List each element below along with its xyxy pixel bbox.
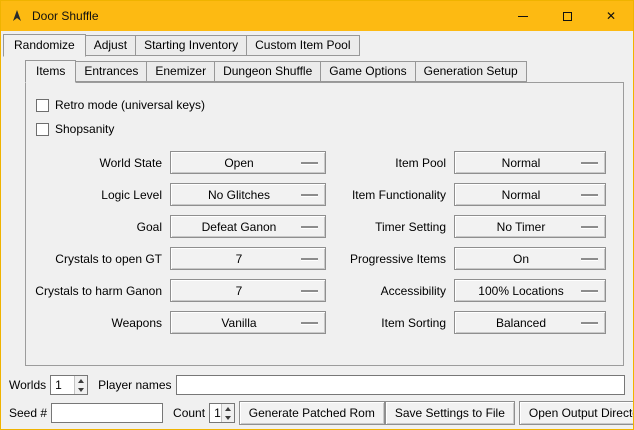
- tab-starting-inventory[interactable]: Starting Inventory: [135, 35, 247, 56]
- item-functionality-dropdown[interactable]: Normal: [454, 183, 606, 206]
- item-pool-label: Item Pool: [334, 156, 446, 170]
- crystals-gt-label: Crystals to open GT: [32, 252, 162, 266]
- dropdown-indicator-icon: [301, 162, 318, 164]
- logic-level-label: Logic Level: [32, 188, 162, 202]
- count-label: Count: [173, 406, 205, 420]
- goal-dropdown[interactable]: Defeat Ganon: [170, 215, 326, 238]
- arrow-down-icon: [225, 416, 231, 420]
- dropdown-indicator-icon: [301, 290, 318, 292]
- main-tab-bar: Randomize Adjust Starting Inventory Cust…: [3, 34, 633, 56]
- seed-row: Seed # Count 1 Generate Patched Rom Save…: [9, 401, 625, 425]
- item-sorting-dropdown[interactable]: Balanced: [454, 311, 606, 334]
- seed-label: Seed #: [9, 406, 47, 420]
- tab-dungeon-shuffle[interactable]: Dungeon Shuffle: [214, 61, 321, 82]
- worlds-label: Worlds: [9, 378, 46, 392]
- logic-level-dropdown[interactable]: No Glitches: [170, 183, 326, 206]
- world-state-label: World State: [32, 156, 162, 170]
- accessibility-label: Accessibility: [334, 284, 446, 298]
- window-title: Door Shuffle: [32, 9, 99, 23]
- item-functionality-label: Item Functionality: [334, 188, 446, 202]
- worlds-spinner[interactable]: 1: [50, 375, 88, 395]
- randomize-panel: Items Entrances Enemizer Dungeon Shuffle…: [25, 60, 624, 366]
- tab-generation-setup[interactable]: Generation Setup: [415, 61, 527, 82]
- dropdown-indicator-icon: [301, 322, 318, 324]
- maximize-icon: [563, 12, 572, 21]
- tab-custom-item-pool[interactable]: Custom Item Pool: [246, 35, 359, 56]
- maximize-button[interactable]: [545, 1, 589, 31]
- spin-down-button[interactable]: [222, 413, 234, 422]
- arrow-up-icon: [78, 379, 84, 383]
- checkbox-unchecked-icon[interactable]: [36, 99, 49, 112]
- close-icon: ✕: [606, 10, 616, 22]
- accessibility-dropdown[interactable]: 100% Locations: [454, 279, 606, 302]
- world-state-dropdown[interactable]: Open: [170, 151, 326, 174]
- player-names-label: Player names: [98, 378, 171, 392]
- arrow-down-icon: [78, 388, 84, 392]
- weapons-label: Weapons: [32, 316, 162, 330]
- close-button[interactable]: ✕: [589, 1, 633, 31]
- progressive-items-dropdown[interactable]: On: [454, 247, 606, 270]
- generate-patched-rom-button[interactable]: Generate Patched Rom: [239, 401, 385, 425]
- save-settings-button[interactable]: Save Settings to File: [385, 401, 515, 425]
- settings-tab-bar: Items Entrances Enemizer Dungeon Shuffle…: [25, 60, 624, 82]
- open-output-directory-button[interactable]: Open Output Directory: [519, 401, 634, 425]
- weapons-dropdown[interactable]: Vanilla: [170, 311, 326, 334]
- timer-setting-dropdown[interactable]: No Timer: [454, 215, 606, 238]
- player-names-input[interactable]: [176, 375, 626, 395]
- item-pool-dropdown[interactable]: Normal: [454, 151, 606, 174]
- dropdown-indicator-icon: [301, 226, 318, 228]
- spin-up-button[interactable]: [222, 404, 234, 413]
- dropdown-indicator-icon: [581, 162, 598, 164]
- tab-enemizer[interactable]: Enemizer: [146, 61, 215, 82]
- spin-down-button[interactable]: [75, 385, 87, 394]
- window-controls: ✕: [501, 1, 633, 31]
- shopsanity-checkbox[interactable]: Shopsanity: [36, 117, 623, 141]
- app-window: Door Shuffle ✕ Randomize Adjust Starting…: [0, 0, 634, 430]
- crystals-gt-dropdown[interactable]: 7: [170, 247, 326, 270]
- retro-mode-checkbox[interactable]: Retro mode (universal keys): [36, 93, 623, 117]
- app-icon: [9, 8, 25, 24]
- items-pane: Retro mode (universal keys) Shopsanity W…: [25, 82, 624, 366]
- dropdown-indicator-icon: [581, 290, 598, 292]
- tab-adjust[interactable]: Adjust: [85, 35, 136, 56]
- count-spinner[interactable]: 1: [209, 403, 235, 423]
- dropdown-indicator-icon: [581, 322, 598, 324]
- generation-controls: Worlds 1 Player names Seed # Count 1: [1, 375, 633, 425]
- tab-items[interactable]: Items: [25, 60, 76, 83]
- minimize-icon: [518, 16, 528, 17]
- dropdown-indicator-icon: [581, 226, 598, 228]
- dropdown-indicator-icon: [581, 194, 598, 196]
- seed-input[interactable]: [51, 403, 163, 423]
- checkbox-unchecked-icon[interactable]: [36, 123, 49, 136]
- item-sorting-label: Item Sorting: [334, 316, 446, 330]
- minimize-button[interactable]: [501, 1, 545, 31]
- shopsanity-label: Shopsanity: [55, 122, 114, 136]
- arrow-up-icon: [225, 407, 231, 411]
- worlds-row: Worlds 1 Player names: [9, 375, 625, 395]
- tab-randomize[interactable]: Randomize: [3, 34, 86, 57]
- titlebar: Door Shuffle ✕: [1, 1, 633, 31]
- tab-game-options[interactable]: Game Options: [320, 61, 415, 82]
- dropdown-indicator-icon: [581, 258, 598, 260]
- dropdown-indicator-icon: [301, 194, 318, 196]
- options-grid: World State Open Item Pool Normal Logic …: [32, 151, 623, 334]
- retro-mode-label: Retro mode (universal keys): [55, 98, 205, 112]
- tab-entrances[interactable]: Entrances: [75, 61, 147, 82]
- spin-up-button[interactable]: [75, 376, 87, 385]
- crystals-ganon-dropdown[interactable]: 7: [170, 279, 326, 302]
- timer-setting-label: Timer Setting: [334, 220, 446, 234]
- dropdown-indicator-icon: [301, 258, 318, 260]
- crystals-ganon-label: Crystals to harm Ganon: [32, 284, 162, 298]
- progressive-items-label: Progressive Items: [334, 252, 446, 266]
- goal-label: Goal: [32, 220, 162, 234]
